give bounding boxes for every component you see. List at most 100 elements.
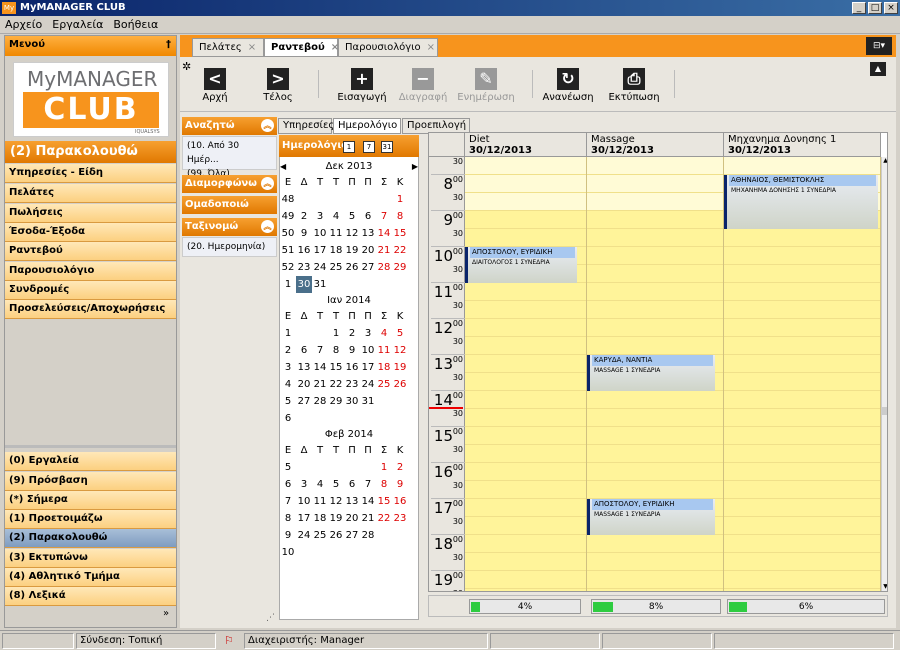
time-slot[interactable] <box>465 535 586 553</box>
chevron-up-icon[interactable]: ︽ <box>261 177 274 190</box>
insert-button[interactable]: + Εισαγωγή <box>332 62 392 108</box>
calendar-day[interactable]: 23 <box>392 510 408 527</box>
calendar-day[interactable]: 26 <box>392 376 408 393</box>
time-slot[interactable] <box>587 301 723 319</box>
time-slot[interactable] <box>724 283 880 301</box>
time-slot[interactable] <box>724 301 880 319</box>
time-slot[interactable] <box>724 355 880 373</box>
time-slot[interactable] <box>724 571 880 589</box>
calendar-day[interactable]: 13 <box>296 359 312 376</box>
time-slot[interactable] <box>587 409 723 427</box>
time-slot[interactable] <box>465 283 586 301</box>
calendar-day[interactable]: 16 <box>344 359 360 376</box>
time-slot[interactable] <box>465 319 586 337</box>
time-slot[interactable] <box>587 445 723 463</box>
nav-item-income-expenses[interactable]: Έσοδα-Έξοδα <box>5 223 176 242</box>
calendar-day[interactable]: 16 <box>296 242 312 259</box>
close-icon[interactable]: × <box>427 42 435 53</box>
calendar-day[interactable]: 6 <box>344 476 360 493</box>
delete-button[interactable]: − Διαγραφή <box>393 62 453 108</box>
calendar-day[interactable]: 22 <box>328 376 344 393</box>
calendar-day[interactable]: 20 <box>360 242 376 259</box>
calendar-day[interactable]: 9 <box>392 476 408 493</box>
calendar-day[interactable]: 19 <box>392 359 408 376</box>
calendar-day[interactable]: 3 <box>312 208 328 225</box>
time-slot[interactable] <box>587 211 723 229</box>
calendar-day[interactable]: 14 <box>376 225 392 242</box>
calendar-day[interactable]: 20 <box>296 376 312 393</box>
calendar-day[interactable]: 14 <box>312 359 328 376</box>
expand-icon[interactable]: » <box>163 608 169 619</box>
tab-appointments[interactable]: Ραντεβού × <box>264 38 339 57</box>
calendar-day[interactable]: 23 <box>344 376 360 393</box>
time-slot[interactable] <box>587 481 723 499</box>
menu-help[interactable]: Βοήθεια <box>108 16 163 33</box>
time-slot[interactable] <box>465 571 586 589</box>
time-slot[interactable] <box>587 337 723 355</box>
time-slot[interactable] <box>724 337 880 355</box>
calendar-day[interactable]: 25 <box>376 376 392 393</box>
close-button[interactable]: × <box>884 2 898 14</box>
calendar-day[interactable]: 4 <box>328 208 344 225</box>
resource-column-header[interactable]: Massage 30/12/2013 <box>587 133 724 157</box>
calendar-day[interactable]: 8 <box>328 342 344 359</box>
time-slot[interactable] <box>465 589 586 591</box>
calendar-day[interactable]: 1 <box>376 459 392 476</box>
menu-file[interactable]: Αρχείο <box>0 16 47 33</box>
time-slot[interactable] <box>587 319 723 337</box>
time-slot[interactable] <box>724 373 880 391</box>
calendar-day[interactable]: 8 <box>376 476 392 493</box>
calendar-day[interactable]: 6 <box>296 342 312 359</box>
calendar-day[interactable]: 12 <box>392 342 408 359</box>
update-button[interactable]: ✎ Ενημέρωση <box>456 62 516 108</box>
filter-value[interactable]: (20. Ημερομηνία) <box>187 240 272 254</box>
calendar-day[interactable]: 13 <box>360 225 376 242</box>
minimize-button[interactable]: _ <box>852 2 866 14</box>
calendar-day[interactable]: 1 <box>328 325 344 342</box>
nav-item-subscriptions[interactable]: Συνδρομές <box>5 281 176 300</box>
calendar-day[interactable]: 15 <box>328 359 344 376</box>
time-slot[interactable] <box>465 157 586 175</box>
module-print[interactable]: (3) Εκτυπώνω <box>5 549 176 568</box>
calendar-day[interactable]: 22 <box>392 242 408 259</box>
resource-day-column[interactable]: ΚΑΡΥΔΑ, ΝΑΝΤΙΑ MASSAGE 1 ΣΥΝΕΔΡΙΑ ΑΠΟΣΤΟΛΟ… <box>587 157 724 591</box>
calendar-day[interactable]: 11 <box>312 493 328 510</box>
time-slot[interactable] <box>587 157 723 175</box>
vertical-scrollbar[interactable]: ▲ ▼ <box>881 157 887 591</box>
module-tools[interactable]: (0) Εργαλεία <box>5 452 176 471</box>
calendar-day[interactable]: 20 <box>344 510 360 527</box>
search-filter-header[interactable]: Αναζητώ ︽ <box>182 117 277 135</box>
calendar-day[interactable]: 13 <box>344 493 360 510</box>
calendar-day[interactable]: 8 <box>392 208 408 225</box>
tab-customers[interactable]: Πελάτες × <box>192 38 264 57</box>
module-sports[interactable]: (4) Αθλητικό Τμήμα <box>5 568 176 587</box>
time-slot[interactable] <box>724 535 880 553</box>
calendar-day[interactable]: 22 <box>376 510 392 527</box>
week-view-icon[interactable]: 7 <box>363 141 375 153</box>
time-slot[interactable] <box>724 391 880 409</box>
time-slot[interactable] <box>587 535 723 553</box>
calendar-day[interactable]: 28 <box>376 259 392 276</box>
time-slot[interactable] <box>724 499 880 517</box>
calendar-day[interactable]: 12 <box>344 225 360 242</box>
day-view-icon[interactable]: 1 <box>343 141 355 153</box>
calendar-day[interactable]: 7 <box>376 208 392 225</box>
resize-grip-icon[interactable]: ⋰ <box>266 613 275 623</box>
time-slot[interactable] <box>465 481 586 499</box>
calendar-day[interactable]: 30 <box>344 393 360 410</box>
next-month-icon[interactable]: ▶ <box>412 160 418 174</box>
appointment[interactable]: ΚΑΡΥΔΑ, ΝΑΝΤΙΑ MASSAGE 1 ΣΥΝΕΔΡΙΑ <box>587 355 715 391</box>
calendar-day[interactable]: 19 <box>344 242 360 259</box>
calendar-day[interactable]: 27 <box>296 393 312 410</box>
calendar-day[interactable]: 3 <box>296 476 312 493</box>
sort-filter-header[interactable]: Ταξινομώ ︽ <box>182 218 277 236</box>
scroll-up-icon[interactable]: ▲ <box>882 157 887 165</box>
month-view-icon[interactable]: 31 <box>381 141 393 153</box>
time-slot[interactable] <box>465 175 586 193</box>
prev-month-icon[interactable]: ◀ <box>280 160 286 174</box>
maximize-button[interactable]: □ <box>868 2 882 14</box>
appointment[interactable]: ΑΠΟΣΤΟΛΟΥ, ΕΥΡΙΔΙΚΗ ΔΙΑΙΤΟΛΟΓΟΣ 1 ΣΥΝΕΔΡΙ… <box>465 247 577 283</box>
time-slot[interactable] <box>587 427 723 445</box>
time-slot[interactable] <box>465 553 586 571</box>
calendar-day[interactable]: 6 <box>360 208 376 225</box>
